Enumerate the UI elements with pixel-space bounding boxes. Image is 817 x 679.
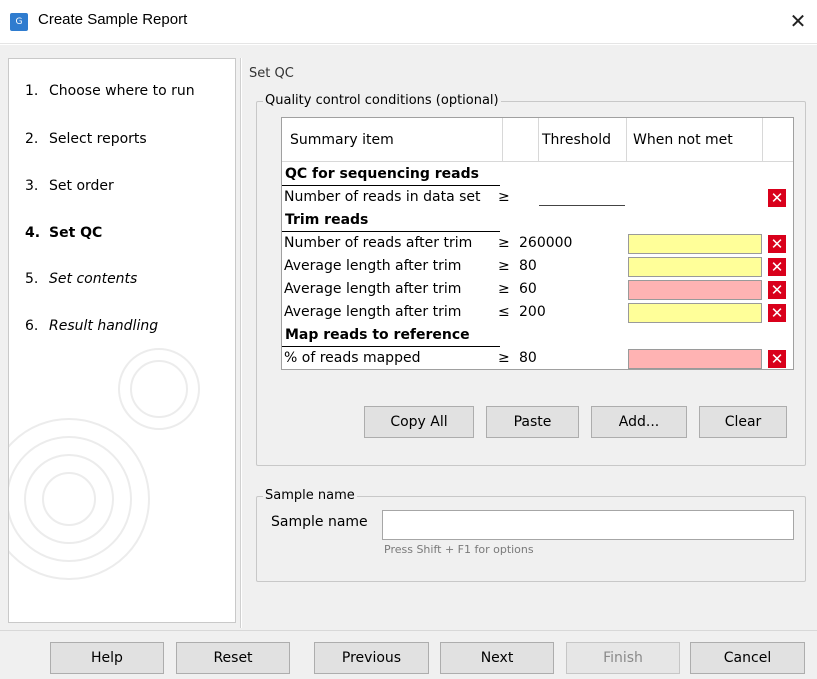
threshold-input[interactable]	[539, 205, 625, 206]
threshold-value[interactable]: 80	[519, 350, 537, 366]
close-icon[interactable]: ✕	[783, 6, 813, 36]
threshold-value[interactable]: 200	[519, 304, 546, 320]
delete-icon[interactable]: ✕	[768, 235, 786, 253]
when-not-met-color[interactable]	[628, 234, 762, 254]
title-bar: G Create Sample Report ✕	[0, 0, 817, 44]
group-underline	[282, 231, 500, 232]
step-label: Choose where to run	[49, 83, 195, 99]
step-number: 4.	[25, 225, 41, 241]
table-row[interactable]: Average length after trim ≤ 200 ✕	[282, 302, 793, 324]
threshold-value[interactable]: 80	[519, 258, 537, 274]
operator[interactable]: ≥	[498, 258, 510, 274]
step-label: Result handling	[49, 318, 159, 334]
group-label: Map reads to reference	[285, 327, 470, 343]
summary-item-label: Average length after trim	[284, 258, 462, 274]
step-result-handling: 6. Result handling	[25, 318, 158, 334]
table-row[interactable]: Number of reads after trim ≥ 260000 ✕	[282, 233, 793, 255]
summary-item-label: Average length after trim	[284, 304, 462, 320]
step-label: Set contents	[49, 271, 138, 287]
group-underline	[282, 185, 500, 186]
step-label: Select reports	[49, 131, 147, 147]
delete-icon[interactable]: ✕	[768, 281, 786, 299]
group-row-trim-reads: Trim reads	[282, 210, 793, 232]
section-title: Set QC	[249, 66, 294, 81]
operator[interactable]: ≥	[498, 281, 510, 297]
clear-button[interactable]: Clear	[699, 406, 787, 438]
threshold-value[interactable]: 260000	[519, 235, 572, 251]
step-number: 3.	[25, 178, 39, 194]
when-not-met-color[interactable]	[628, 303, 762, 323]
next-button[interactable]: Next	[440, 642, 554, 674]
previous-button[interactable]: Previous	[314, 642, 429, 674]
delete-icon[interactable]: ✕	[768, 258, 786, 276]
step-number: 5.	[25, 271, 39, 287]
table-row[interactable]: % of reads mapped ≥ 80 ✕	[282, 348, 793, 370]
column-header-when-not-met[interactable]: When not met	[627, 118, 763, 162]
column-header-operator[interactable]	[503, 118, 539, 162]
sample-name-input[interactable]	[382, 510, 794, 540]
sample-name-group-title: Sample name	[263, 488, 357, 503]
delete-icon[interactable]: ✕	[768, 350, 786, 368]
step-choose-where-to-run: 1. Choose where to run	[25, 83, 195, 99]
operator[interactable]: ≤	[498, 304, 510, 320]
table-row[interactable]: Number of reads in data set ≥ ✕	[282, 187, 793, 209]
table-row[interactable]: Average length after trim ≥ 60 ✕	[282, 279, 793, 301]
when-not-met-color[interactable]	[628, 349, 762, 369]
cancel-button[interactable]: Cancel	[690, 642, 805, 674]
window-title: Create Sample Report	[38, 11, 188, 28]
operator[interactable]: ≥	[498, 350, 510, 366]
step-set-qc: 4. Set QC	[25, 225, 102, 241]
summary-item-label: Number of reads after trim	[284, 235, 473, 251]
operator[interactable]: ≥	[498, 235, 510, 251]
column-header-actions	[763, 118, 793, 162]
qc-conditions-table[interactable]: Summary item Threshold When not met QC f…	[281, 117, 794, 370]
step-label: Set QC	[49, 225, 103, 241]
when-not-met-color[interactable]	[628, 257, 762, 277]
step-label: Set order	[49, 178, 114, 194]
help-button[interactable]: Help	[50, 642, 164, 674]
wizard-steps-panel: 1. Choose where to run 2. Select reports 3…	[8, 58, 236, 623]
summary-item-label: Number of reads in data set	[284, 189, 481, 205]
sample-name-label: Sample name	[271, 514, 368, 530]
decorative-dna-watermark	[9, 348, 200, 580]
panel-divider	[240, 58, 242, 628]
sample-name-hint: Press Shift + F1 for options	[384, 543, 534, 556]
operator[interactable]: ≥	[498, 189, 510, 205]
summary-item-label: % of reads mapped	[284, 350, 421, 366]
app-icon: G	[10, 13, 28, 31]
add-button[interactable]: Add...	[591, 406, 687, 438]
group-row-qc-for-sequencing-reads: QC for sequencing reads	[282, 164, 793, 186]
step-number: 2.	[25, 131, 39, 147]
group-label: QC for sequencing reads	[285, 166, 479, 182]
paste-button[interactable]: Paste	[486, 406, 579, 438]
reset-button[interactable]: Reset	[176, 642, 290, 674]
summary-item-label: Average length after trim	[284, 281, 462, 297]
delete-icon[interactable]: ✕	[768, 189, 786, 207]
copy-all-button[interactable]: Copy All	[364, 406, 474, 438]
group-underline	[282, 346, 500, 347]
step-select-reports: 2. Select reports	[25, 131, 147, 147]
step-number: 6.	[25, 318, 39, 334]
finish-button: Finish	[566, 642, 680, 674]
group-label: Trim reads	[285, 212, 369, 228]
column-header-summary-item[interactable]: Summary item	[282, 118, 503, 162]
step-set-contents: 5. Set contents	[25, 271, 137, 287]
when-not-met-color[interactable]	[628, 280, 762, 300]
threshold-value[interactable]: 60	[519, 281, 537, 297]
step-set-order: 3. Set order	[25, 178, 114, 194]
delete-icon[interactable]: ✕	[768, 304, 786, 322]
qc-conditions-group-title: Quality control conditions (optional)	[263, 93, 501, 108]
column-header-threshold[interactable]: Threshold	[539, 118, 627, 162]
step-number: 1.	[25, 83, 39, 99]
table-row[interactable]: Average length after trim ≥ 80 ✕	[282, 256, 793, 278]
group-row-map-reads-to-reference: Map reads to reference	[282, 325, 793, 347]
